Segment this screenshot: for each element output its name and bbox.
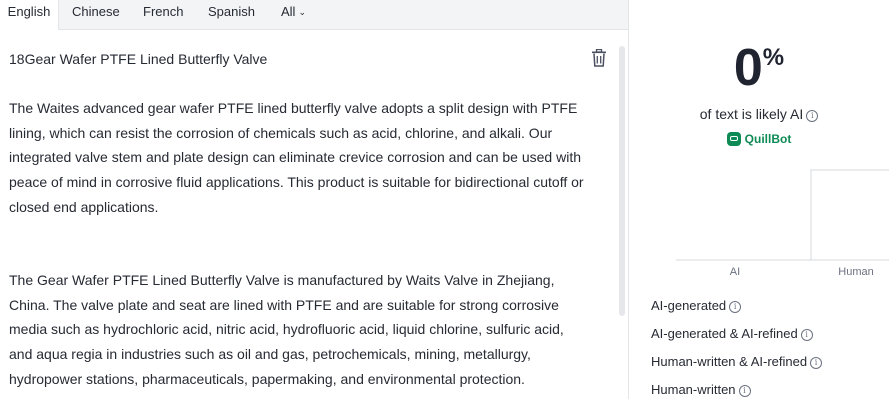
info-icon[interactable]: i [738, 385, 751, 397]
legend-item-ai-generated-ai-refined: AI-generated & AI-refined i [651, 326, 889, 344]
ai-percentage: 0% [629, 38, 889, 98]
result-subtitle-text: of text is likely AI [699, 106, 804, 122]
paragraph: The Waites advanced gear wafer PTFE line… [9, 100, 584, 215]
trash-icon[interactable] [591, 49, 607, 67]
brand-name: QuillBot [744, 132, 792, 146]
detection-result-panel: 0% of text is likely AI i QuillBot AI Huma… [629, 0, 889, 399]
tab-chinese-label: Chinese [72, 4, 120, 19]
language-tab-bar: English Chinese French Spanish All ⌄ [0, 0, 628, 30]
info-icon[interactable]: i [810, 357, 823, 369]
legend-label: AI-generated & AI-refined [651, 326, 798, 341]
percent-sign: % [762, 44, 785, 71]
tab-spanish-label: Spanish [208, 4, 255, 19]
legend-item-ai-generated: AI-generated i [651, 298, 889, 316]
info-icon[interactable]: i [800, 329, 813, 341]
legend-label: Human-written [651, 382, 736, 397]
text-editor[interactable]: 18Gear Wafer PTFE Lined Butterfly Valve … [0, 30, 628, 399]
tab-all-label: All [281, 4, 296, 19]
info-icon[interactable]: i [729, 301, 742, 313]
legend-label: Human-written & AI-refined [651, 354, 808, 369]
tab-chinese[interactable]: Chinese [72, 0, 120, 29]
legend-item-human-written-ai-refined: Human-written & AI-refined i [651, 354, 889, 372]
legend-item-human-written: Human-written i [651, 382, 889, 400]
quillbot-logo: QuillBot [629, 132, 889, 146]
tab-all[interactable]: All ⌄ [281, 0, 306, 29]
tick-label-human: Human [838, 266, 873, 278]
quillbot-logo-icon [726, 132, 741, 146]
chevron-down-icon: ⌄ [298, 7, 306, 17]
ai-human-bar-chart: AI Human [676, 169, 889, 278]
info-icon[interactable]: i [806, 110, 819, 122]
tab-spanish[interactable]: Spanish [208, 0, 255, 29]
tab-english-label: English [7, 4, 51, 19]
bar-human [810, 169, 889, 261]
result-subtitle: of text is likely AI i [629, 106, 889, 122]
paragraph: The Gear Wafer PTFE Lined Butterfly Valv… [9, 272, 564, 387]
document-title: 18Gear Wafer PTFE Lined Butterfly Valve [9, 51, 268, 67]
tab-french-label: French [143, 4, 184, 19]
editor-scrollbar[interactable] [619, 46, 625, 316]
tick-label-ai: AI [730, 266, 740, 278]
tab-french[interactable]: French [143, 0, 183, 29]
legend-label: AI-generated [651, 298, 727, 313]
ai-percentage-value: 0 [733, 39, 763, 97]
tab-english[interactable]: English [0, 0, 59, 30]
